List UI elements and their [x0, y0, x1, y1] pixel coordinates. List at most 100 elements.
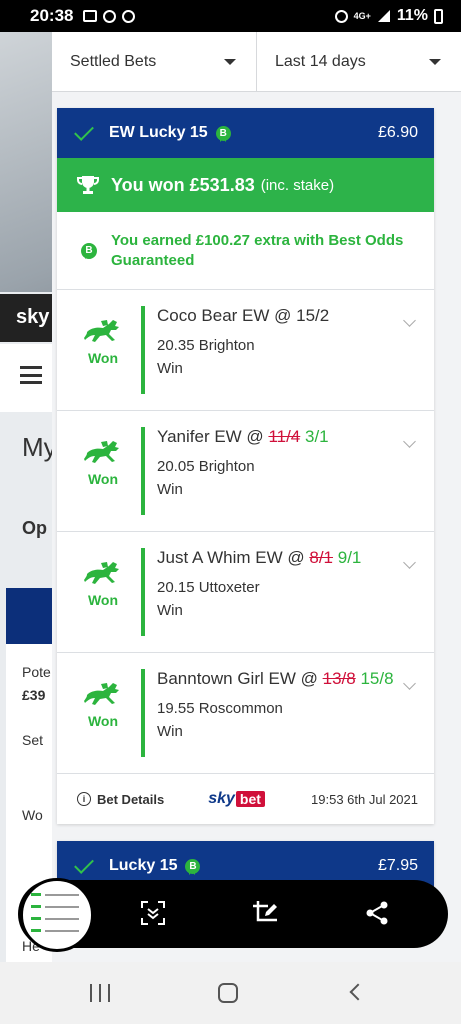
filter-bar: Settled Bets Last 14 days [52, 32, 461, 92]
status-line [141, 548, 145, 636]
original-odds: 11/4 [268, 427, 301, 446]
background-settled-label: Set [22, 732, 44, 748]
network-type: 4G+ [353, 11, 371, 21]
scroll-capture-icon [141, 901, 165, 925]
bet-card-header[interactable]: EW Lucky 15 B £6.90 [57, 108, 434, 158]
crop-edit-icon [253, 901, 277, 922]
skybet-logo: sky bet [208, 790, 265, 808]
settled-bets-panel: Settled Bets Last 14 days EW Lucky 15 B … [52, 32, 461, 962]
bet-type-value: Settled Bets [70, 52, 157, 70]
selection-name: Coco Bear EW @ [157, 306, 292, 325]
signal-icon [377, 10, 390, 22]
status-line [141, 669, 145, 757]
system-nav-bar [0, 962, 461, 1024]
chevron-down-icon[interactable] [403, 677, 416, 690]
bet-stake: £6.90 [377, 124, 418, 141]
best-odds-badge-icon: B [185, 858, 201, 875]
screenshot-thumbnail[interactable] [20, 878, 94, 952]
original-odds: 8/1 [309, 548, 333, 567]
horse-racing-icon [84, 441, 119, 463]
thumb-line [31, 893, 41, 896]
chevron-down-icon[interactable] [403, 314, 416, 327]
period-dropdown[interactable]: Last 14 days [256, 32, 461, 91]
selection-status: Won [87, 592, 119, 608]
best-odds-text: You earned £100.27 extra with Best Odds … [111, 231, 404, 269]
best-odds-row: B You earned £100.27 extra with Best Odd… [57, 212, 434, 290]
best-odds-badge-icon: B [215, 125, 231, 142]
selection-row[interactable]: Won Just A Whim EW @ 8/1 9/1 20.15 Uttox… [57, 532, 434, 653]
chevron-down-icon[interactable] [403, 435, 416, 448]
status-bar: 20:38 4G+ 11% [0, 0, 461, 32]
battery-icon [434, 8, 443, 24]
race-info: 19.55 Roscommon [157, 700, 283, 717]
share-button[interactable] [362, 898, 392, 928]
bet-details-link[interactable]: i Bet Details [77, 792, 164, 807]
alarm-icon [334, 9, 348, 23]
race-info: 20.35 Brighton [157, 337, 255, 354]
selection-row[interactable]: Won Yanifer EW @ 11/4 3/1 20.05 Brighton… [57, 411, 434, 532]
thumb-line [31, 929, 41, 932]
check-icon [74, 121, 94, 141]
crop-edit-button[interactable] [250, 898, 280, 928]
selection-name: Just A Whim EW @ [157, 548, 305, 567]
race-info: 20.15 Uttoxeter [157, 579, 260, 596]
selection-status: Won [87, 713, 119, 729]
status-line [141, 427, 145, 515]
background-potential-value: £39 [22, 687, 46, 703]
caret-down-icon [224, 58, 236, 65]
status-time: 20:38 [30, 6, 74, 25]
horse-racing-icon [84, 562, 119, 584]
thumb-line [31, 917, 41, 920]
thumb-line [45, 906, 79, 908]
home-icon[interactable] [218, 983, 238, 1003]
background-potential-label: Pote [22, 664, 51, 680]
bet-details-label: Bet Details [97, 791, 165, 807]
thumb-line [31, 905, 41, 908]
bet-card-footer: i Bet Details sky bet 19:53 6th Jul 2021 [57, 774, 434, 824]
next-bet-title: Lucky 15 [109, 857, 178, 874]
selection-result: Win [157, 360, 183, 377]
next-bet-stake: £7.95 [377, 857, 418, 874]
sync-notification-icon [122, 9, 136, 23]
menu-icon [20, 366, 42, 384]
thumb-line [45, 894, 79, 896]
selection-odds: 15/2 [296, 306, 330, 325]
logo-bet: bet [235, 791, 265, 807]
boosted-odds: 15/8 [360, 669, 394, 688]
chevron-down-icon[interactable] [403, 556, 416, 569]
recent-apps-icon[interactable] [90, 984, 110, 1002]
selection-row[interactable]: Won Coco Bear EW @ 15/2 20.35 Brighton W… [57, 290, 434, 411]
bet-card: EW Lucky 15 B £6.90 You won £531.83 (inc… [57, 108, 434, 824]
background-tab: Op [22, 518, 47, 538]
background-won-label: Wo [22, 807, 43, 823]
status-line [141, 306, 145, 394]
thumb-line [45, 918, 79, 920]
bet-type-dropdown[interactable]: Settled Bets [52, 32, 256, 91]
info-icon: i [77, 792, 91, 806]
check-icon [74, 854, 94, 874]
caret-down-icon [429, 58, 441, 65]
winnings-amount: You won £531.83 [111, 174, 255, 195]
selection-result: Win [157, 723, 183, 740]
battery-percent: 11% [396, 7, 428, 24]
bet-title: EW Lucky 15 [109, 124, 208, 141]
boosted-odds: 3/1 [305, 427, 329, 446]
boosted-odds: 9/1 [337, 548, 362, 567]
selection-result: Win [157, 602, 183, 619]
original-odds: 13/8 [322, 669, 356, 688]
back-icon[interactable] [349, 983, 367, 1001]
scroll-capture-button[interactable] [138, 898, 168, 928]
selection-status: Won [87, 471, 119, 487]
selection-result: Win [157, 481, 183, 498]
bet-date: 19:53 6th Jul 2021 [311, 791, 418, 807]
share-icon [366, 901, 388, 925]
selection-row[interactable]: Won Banntown Girl EW @ 13/8 15/8 19.55 R… [57, 653, 434, 774]
best-odds-badge-icon: B [81, 242, 97, 259]
winnings-note: (inc. stake) [260, 176, 335, 194]
selection-name: Banntown Girl EW @ [157, 669, 318, 688]
logo-sky: sky [208, 790, 235, 807]
selection-status: Won [87, 350, 119, 366]
thumb-line [45, 930, 79, 932]
weather-notification-icon [103, 9, 117, 23]
trophy-icon [77, 176, 99, 194]
